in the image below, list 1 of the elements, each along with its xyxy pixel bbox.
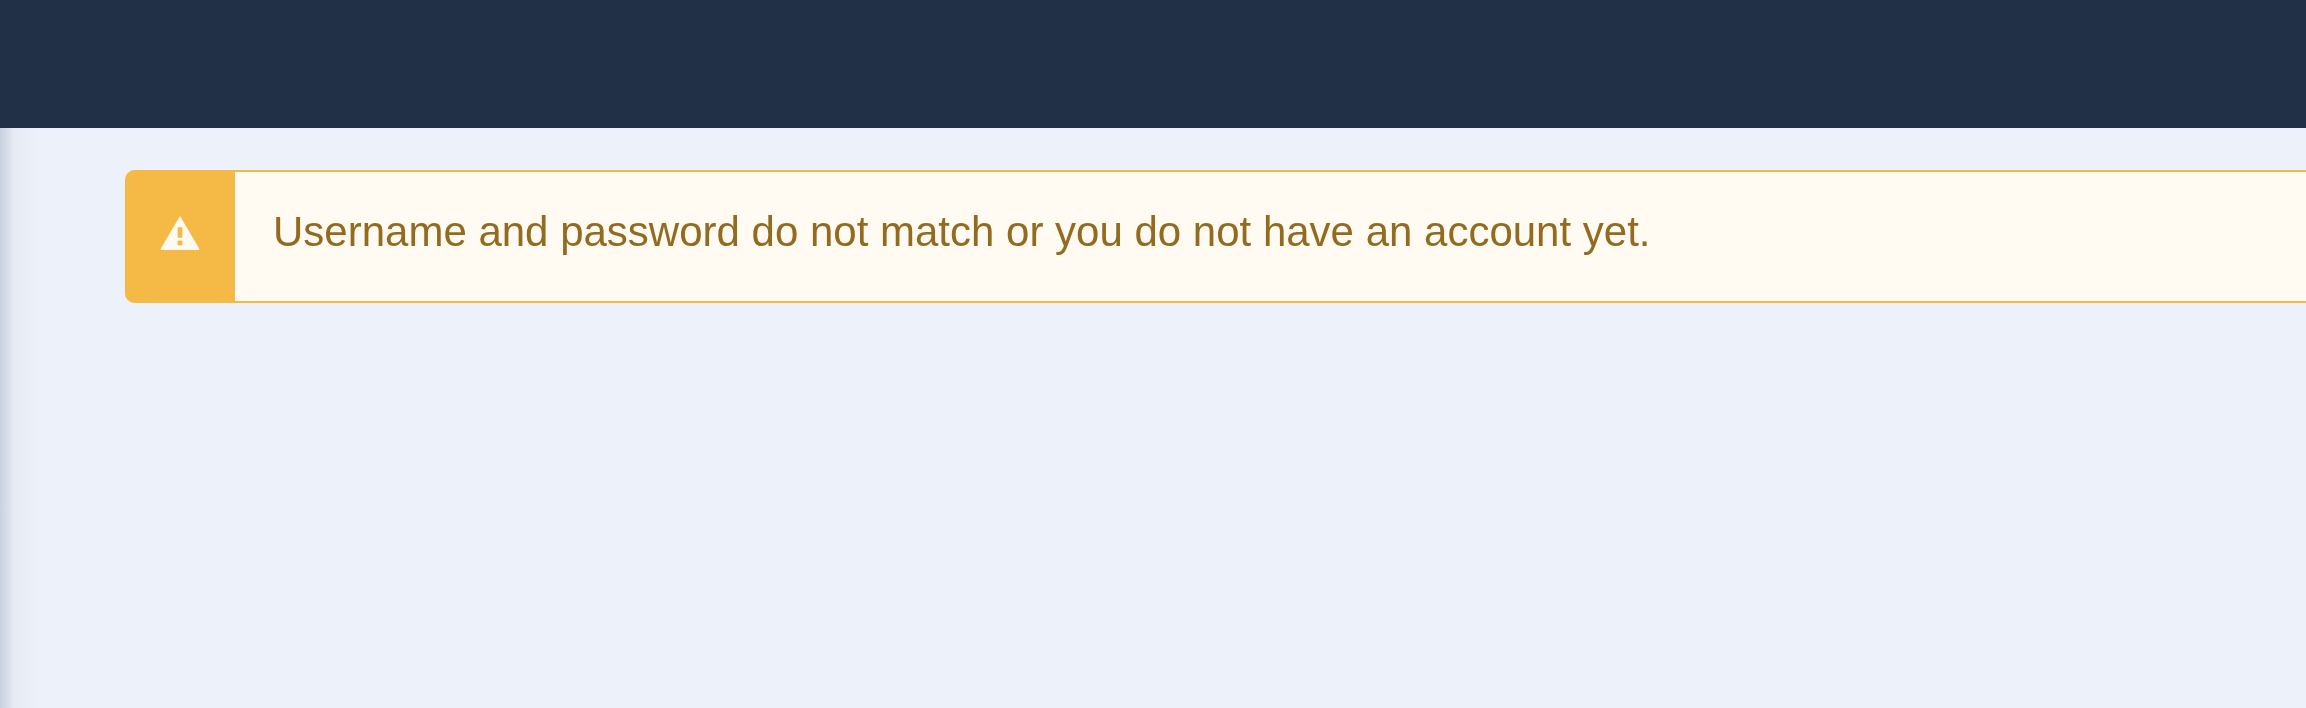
alert-message: Username and password do not match or you do not have an account yet. xyxy=(273,208,1651,256)
